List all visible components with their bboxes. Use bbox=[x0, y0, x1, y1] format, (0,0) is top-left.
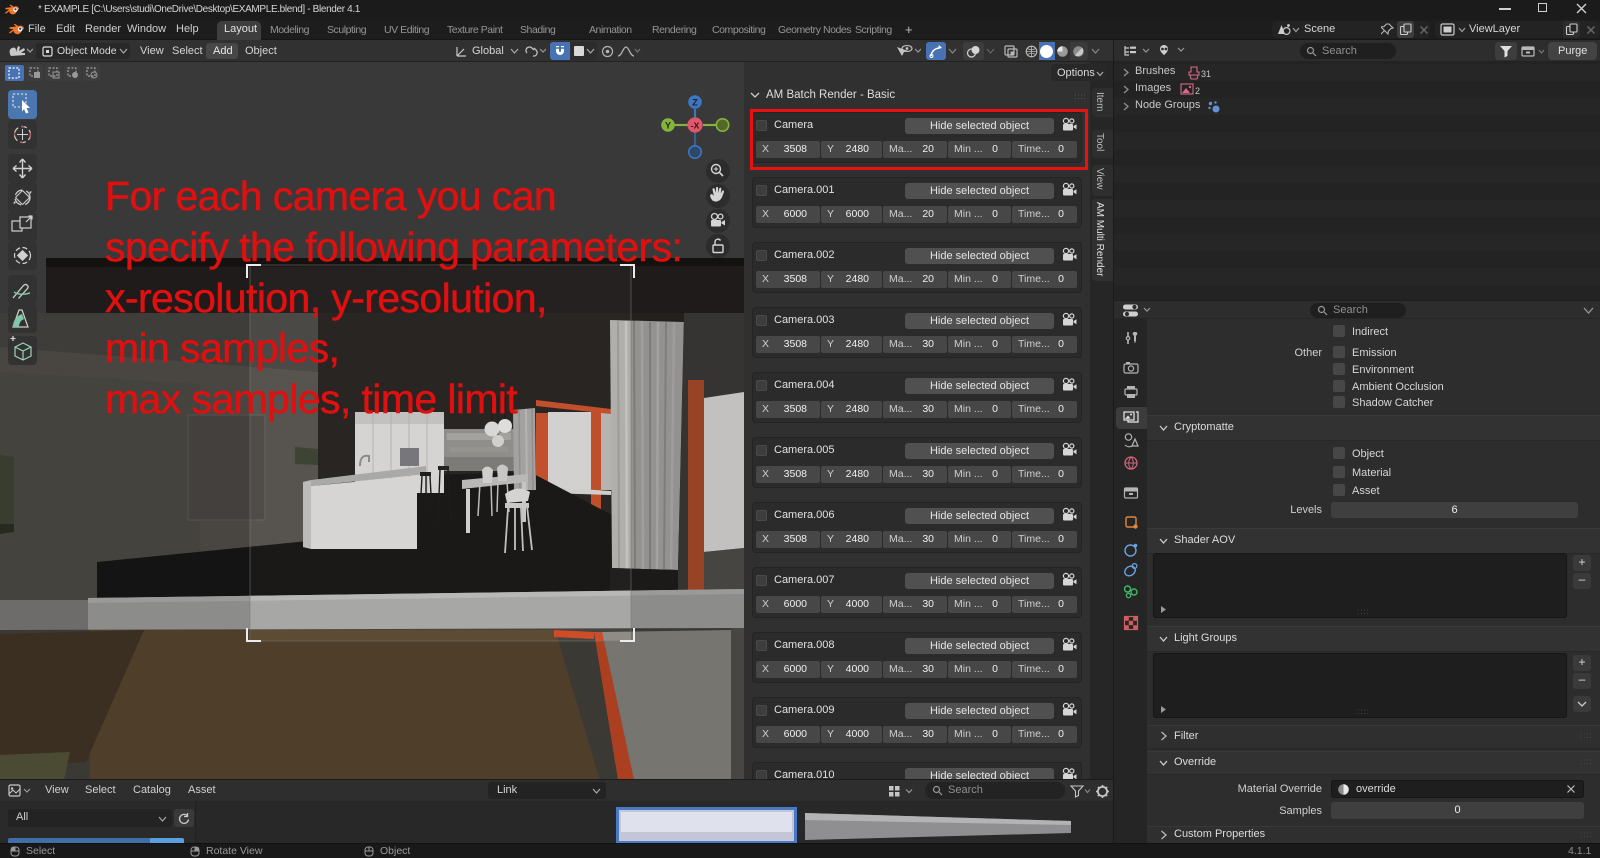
svg-text:Y: Y bbox=[665, 121, 671, 131]
svg-text:-X: -X bbox=[691, 121, 700, 131]
svg-text:Z: Z bbox=[692, 98, 698, 108]
